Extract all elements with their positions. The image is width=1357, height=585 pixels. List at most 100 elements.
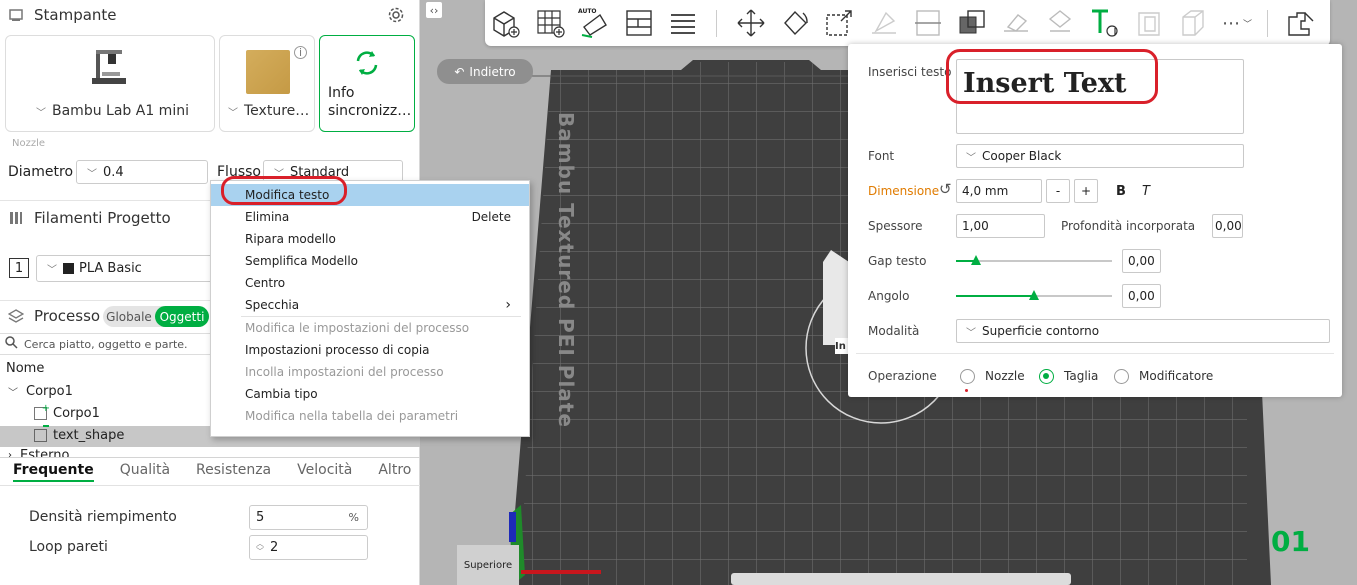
undo-arrow-icon: ↶	[454, 64, 465, 79]
tab-speed[interactable]: Velocità	[297, 462, 352, 482]
printer-card[interactable]: ﹀ Bambu Lab A1 mini	[5, 35, 215, 132]
text-gap-input[interactable]: 0,00	[1122, 249, 1161, 273]
more-tools-icon[interactable]: ⋯ ﹀	[1221, 7, 1253, 39]
operation-label: Operazione	[868, 369, 937, 383]
infill-density-value: 5	[256, 510, 265, 525]
chevron-right-icon[interactable]: ›	[8, 449, 12, 457]
textured-plate-image	[246, 50, 290, 94]
operation-modifier-radio[interactable]	[1114, 369, 1129, 384]
tree-row-body[interactable]: ﹀ Corpo1	[8, 384, 73, 399]
menu-item-change-type[interactable]: Cambia tipo	[211, 383, 529, 405]
plate-number[interactable]: 01	[1271, 525, 1310, 558]
reset-icon[interactable]: ↺	[939, 180, 952, 198]
printer-select[interactable]: ﹀ Bambu Lab A1 mini	[32, 103, 189, 119]
tree-label: Esterno	[20, 449, 70, 457]
tree-row-text-shape[interactable]: text_shape	[34, 425, 124, 443]
plugins-icon[interactable]	[1285, 7, 1317, 39]
chevron-down-icon: ﹀	[47, 265, 57, 276]
size-decrease-button[interactable]: -	[1046, 179, 1070, 203]
cut-icon[interactable]	[912, 7, 944, 39]
italic-button[interactable]: T	[1142, 184, 1150, 199]
chevron-down-icon[interactable]: ﹀	[8, 384, 18, 399]
info-icon[interactable]: i	[294, 46, 307, 59]
back-button[interactable]: ↶ Indietro	[437, 59, 533, 84]
size-input[interactable]: 4,0 mm	[956, 179, 1042, 203]
thickness-label: Spessore	[868, 219, 923, 233]
tree-row-external[interactable]: › Esterno	[8, 449, 69, 457]
menu-item-label: Impostazioni processo di copia	[245, 343, 430, 357]
embed-depth-label: Profondità incorporata	[1061, 219, 1196, 233]
menu-item-copy-process-settings[interactable]: Impostazioni processo di copia	[211, 339, 529, 361]
wall-loops-stepper[interactable]: ︿ ﹀ 2	[249, 535, 368, 560]
split-objects-icon[interactable]	[667, 7, 699, 39]
filament-select[interactable]: ﹀ PLA Basic	[36, 255, 216, 282]
tab-other[interactable]: Altro	[378, 462, 411, 482]
diameter-value: 0.4	[103, 164, 124, 180]
printer-section-title: Stampante	[34, 6, 117, 24]
thickness-input[interactable]: 1,00	[956, 214, 1045, 238]
operation-nozzle-radio[interactable]	[960, 369, 975, 384]
rotate-icon[interactable]	[779, 7, 811, 39]
filament-slot-number: 1	[9, 258, 29, 278]
thickness-value: 1,00	[962, 219, 989, 233]
lay-on-face-icon	[868, 7, 900, 39]
operation-cut-radio[interactable]	[1039, 369, 1054, 384]
add-object-icon[interactable]	[489, 7, 521, 39]
sync-info-card[interactable]: Info sincronizz…	[319, 35, 415, 132]
tree-row-part[interactable]: + Corpo1	[34, 403, 100, 421]
process-scope-toggle[interactable]: Globale Oggetti	[103, 306, 209, 327]
angle-value: 0,00	[1128, 289, 1155, 303]
menu-item-simplify-model[interactable]: Semplifica Modello	[211, 250, 529, 272]
font-select[interactable]: ﹀ Cooper Black	[956, 144, 1244, 168]
printer-image	[90, 44, 130, 91]
search-input[interactable]: Cerca piatto, oggetto e parte.	[24, 338, 188, 351]
menu-item-center[interactable]: Centro	[211, 272, 529, 294]
text-gap-slider[interactable]	[956, 255, 1112, 265]
toggle-global[interactable]: Globale	[103, 306, 155, 327]
plate-select[interactable]: ﹀ Texture…	[224, 103, 309, 119]
diameter-label: Diametro	[8, 164, 74, 180]
collapse-sidebar-icon[interactable]: ‹›	[426, 2, 442, 18]
menu-item-mirror[interactable]: Specchia ›	[211, 294, 529, 316]
menu-item-repair-model[interactable]: Ripara modello	[211, 228, 529, 250]
angle-slider[interactable]	[956, 290, 1112, 300]
operation-cut-label[interactable]: Taglia	[1064, 369, 1098, 383]
chevron-down-icon: ﹀	[228, 107, 238, 119]
toggle-objects[interactable]: Oggetti	[155, 306, 209, 327]
mode-select[interactable]: ﹀ Superficie contorno	[956, 319, 1330, 343]
object-search-bar[interactable]: Cerca piatto, oggetto e parte.	[0, 333, 212, 355]
filament-color-swatch	[63, 263, 74, 274]
infill-unit: %	[348, 511, 359, 524]
gear-icon[interactable]	[387, 6, 405, 27]
scale-icon[interactable]	[823, 7, 855, 39]
operation-modifier-label[interactable]: Modificatore	[1139, 369, 1213, 383]
size-increase-button[interactable]: +	[1074, 179, 1098, 203]
operation-nozzle-label[interactable]: Nozzle	[985, 369, 1025, 383]
move-icon[interactable]	[735, 7, 767, 39]
settings-tabs: Frequente Qualità Resistenza Velocità Al…	[13, 462, 437, 482]
bold-button[interactable]: B	[1116, 184, 1126, 199]
slider-thumb[interactable]	[1029, 290, 1039, 300]
arrange-icon[interactable]	[623, 7, 655, 39]
search-icon	[5, 336, 18, 352]
add-plate-icon[interactable]	[534, 7, 566, 39]
plate-card[interactable]: i ﹀ Texture…	[219, 35, 315, 132]
font-label: Font	[868, 149, 895, 163]
embed-depth-input[interactable]: 0,00	[1212, 214, 1243, 238]
auto-orient-icon[interactable]: AUTO	[578, 7, 610, 39]
stepper-arrows-icon[interactable]: ︿ ﹀	[256, 539, 264, 556]
slider-thumb[interactable]	[971, 255, 981, 265]
menu-item-delete[interactable]: Elimina Delete	[211, 206, 529, 228]
view-cube[interactable]: Superiore	[457, 545, 519, 585]
tab-quality[interactable]: Qualità	[120, 462, 170, 482]
layers-icon	[8, 307, 26, 325]
infill-density-input[interactable]: 5 %	[249, 505, 368, 530]
tab-frequent[interactable]: Frequente	[13, 462, 94, 482]
object-label: In	[835, 338, 849, 354]
filament-icon	[8, 209, 26, 227]
boolean-icon[interactable]	[956, 7, 988, 39]
text-tool-icon[interactable]	[1088, 7, 1120, 39]
tab-strength[interactable]: Resistenza	[196, 462, 271, 482]
diameter-select[interactable]: ﹀ 0.4	[76, 160, 208, 184]
angle-input[interactable]: 0,00	[1122, 284, 1161, 308]
